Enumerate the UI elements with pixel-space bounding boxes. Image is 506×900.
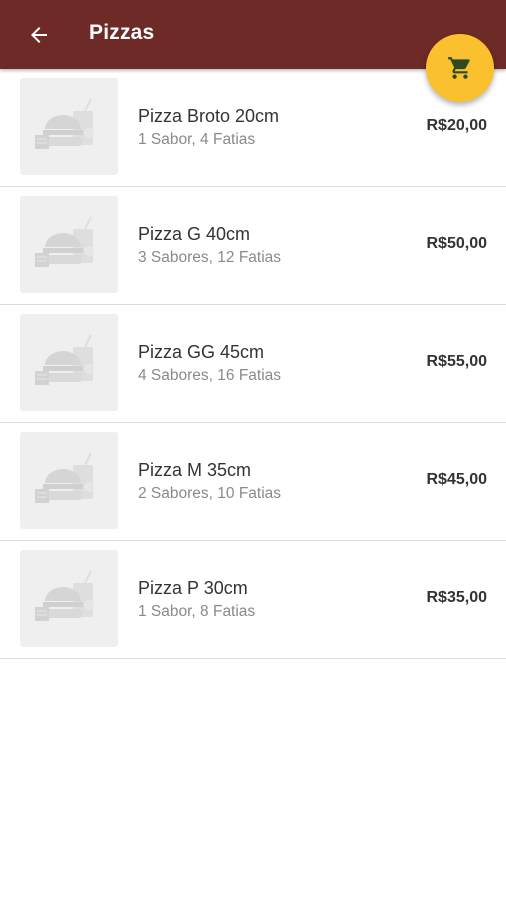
product-description: 3 Sabores, 12 Fatias	[138, 249, 282, 266]
food-placeholder-icon	[35, 98, 94, 149]
product-image	[20, 196, 118, 293]
food-placeholder-icon	[35, 570, 94, 621]
product-price: R$45,00	[426, 471, 488, 488]
product-name: Pizza P 30cm	[138, 578, 248, 598]
food-placeholder-icon	[35, 452, 94, 503]
product-name: Pizza M 35cm	[138, 460, 252, 480]
back-button[interactable]	[22, 18, 56, 52]
shopping-cart-icon	[448, 57, 470, 79]
product-image	[20, 550, 118, 647]
product-name: Pizza Broto 20cm	[138, 106, 280, 126]
product-image	[20, 314, 118, 411]
food-placeholder-icon	[35, 334, 94, 385]
product-image	[20, 78, 118, 175]
product-name: Pizza GG 45cm	[138, 342, 265, 362]
arrow-left-icon	[31, 27, 47, 43]
cart-button[interactable]	[426, 34, 494, 102]
list-item[interactable]: Pizza Broto 20cm 1 Sabor, 4 Fatias R$20,…	[0, 69, 506, 187]
food-placeholder-icon	[35, 216, 94, 267]
product-description: 4 Sabores, 16 Fatias	[138, 367, 282, 384]
product-price: R$35,00	[426, 589, 488, 606]
page-title: Pizzas	[89, 21, 155, 44]
list-item[interactable]: Pizza G 40cm 3 Sabores, 12 Fatias R$50,0…	[0, 187, 506, 305]
list-item[interactable]: Pizza M 35cm 2 Sabores, 10 Fatias R$45,0…	[0, 423, 506, 541]
product-price: R$50,00	[426, 235, 488, 252]
list-item[interactable]: Pizza GG 45cm 4 Sabores, 16 Fatias R$55,…	[0, 305, 506, 423]
list-item[interactable]: Pizza P 30cm 1 Sabor, 8 Fatias R$35,00	[0, 541, 506, 659]
product-price: R$20,00	[426, 117, 488, 134]
product-description: 1 Sabor, 8 Fatias	[138, 603, 256, 620]
product-price: R$55,00	[426, 353, 488, 370]
product-name: Pizza G 40cm	[138, 224, 251, 244]
product-image	[20, 432, 118, 529]
product-list: Pizza Broto 20cm 1 Sabor, 4 Fatias R$20,…	[0, 69, 506, 659]
product-description: 1 Sabor, 4 Fatias	[138, 131, 256, 148]
product-description: 2 Sabores, 10 Fatias	[138, 485, 282, 502]
